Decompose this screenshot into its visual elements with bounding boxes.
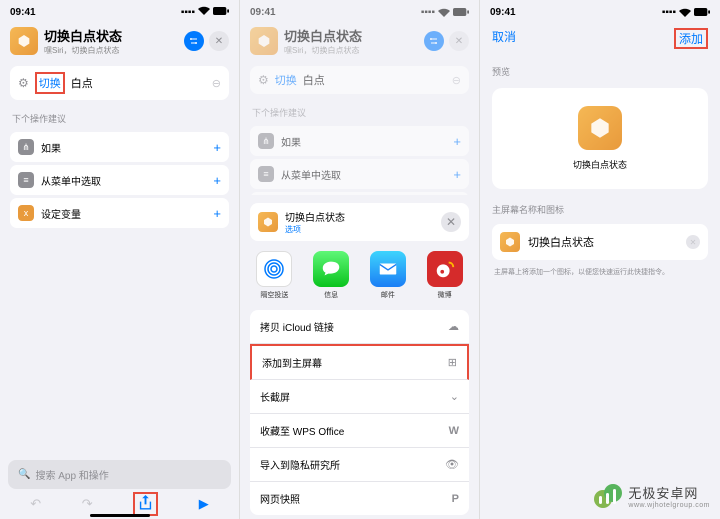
cloud-icon: ☁ bbox=[448, 320, 459, 333]
undo-icon[interactable]: ↶ bbox=[30, 496, 41, 512]
privacy-import[interactable]: 导入到隐私研究所👁 bbox=[250, 448, 469, 482]
long-screenshot[interactable]: 长截屏⌄ bbox=[250, 380, 469, 414]
mail[interactable]: 邮件 bbox=[370, 251, 406, 300]
status-bar: 09:41 ▪▪▪▪ bbox=[0, 0, 239, 20]
bottom-search[interactable]: 🔍 搜索 App 和操作 bbox=[8, 460, 231, 489]
name-input-row[interactable]: 切换白点状态 ✕ bbox=[492, 224, 708, 260]
header: 切换白点状态 嘿Siri，切换白点状态 ✕ bbox=[0, 20, 239, 62]
messages[interactable]: 信息 bbox=[313, 251, 349, 300]
signal-icon: ▪▪▪▪ bbox=[181, 7, 195, 18]
action-search-row[interactable]: ⚙ 切换 白点 ⊖ bbox=[10, 66, 229, 100]
sheet-header: 切换白点状态选项 ✕ bbox=[250, 203, 469, 241]
var-icon: x bbox=[18, 205, 34, 221]
wifi-icon bbox=[198, 6, 210, 18]
cancel-button[interactable]: 取消 bbox=[492, 28, 516, 49]
watermark: 无极安卓网 www.wjhotelgroup.com bbox=[593, 481, 710, 511]
screen-2-share: 09:41 ▪▪▪▪ 切换白点状态嘿Siri，切换白点状态 ✕ ⚙切换白点⊖ 下… bbox=[240, 0, 480, 519]
clear-name[interactable]: ✕ bbox=[686, 235, 700, 249]
name-section-label: 主屏幕名称和图标 bbox=[480, 195, 720, 220]
screen-1-editor: 09:41 ▪▪▪▪ 切换白点状态 嘿Siri，切换白点状态 bbox=[0, 0, 240, 519]
suggestion-if[interactable]: ⋔ 如果 + bbox=[10, 132, 229, 162]
airdrop[interactable]: 隔空投送 bbox=[256, 251, 292, 300]
name-value: 切换白点状态 bbox=[528, 234, 594, 250]
home-indicator bbox=[90, 514, 150, 517]
share-apps: 隔空投送 信息 邮件 微博 bbox=[240, 241, 479, 306]
preview-card: 切换白点状态 bbox=[492, 88, 708, 189]
play-button[interactable]: ▶ bbox=[199, 496, 209, 512]
suggestions-label: 下个操作建议 bbox=[0, 104, 239, 129]
settings-button[interactable] bbox=[184, 31, 204, 51]
suggestion-menu[interactable]: ≡ 从菜单中选取 + bbox=[10, 165, 229, 195]
add-icon[interactable]: + bbox=[213, 140, 221, 155]
chevron-icon: ⌄ bbox=[450, 390, 459, 403]
copy-icloud[interactable]: 拷贝 iCloud 链接☁ bbox=[250, 310, 469, 344]
status-icons: ▪▪▪▪ bbox=[181, 6, 229, 18]
status-bar: 09:41 ▪▪▪▪ bbox=[480, 0, 720, 20]
close-button[interactable]: ✕ bbox=[209, 31, 229, 51]
action-keyword: 切换 bbox=[35, 72, 65, 94]
wps-save[interactable]: 收藏至 WPS OfficeW bbox=[250, 414, 469, 448]
if-icon: ⋔ bbox=[18, 139, 34, 155]
add-to-home[interactable]: 添加到主屏幕⊞ bbox=[250, 344, 469, 380]
p-icon: P bbox=[452, 493, 459, 505]
nav-bar: 取消 添加 bbox=[480, 20, 720, 57]
row-icon[interactable] bbox=[500, 232, 520, 252]
preview-icon bbox=[578, 106, 622, 150]
clear-icon[interactable]: ⊖ bbox=[212, 77, 221, 90]
preview-label: 预览 bbox=[480, 57, 720, 82]
search-icon: 🔍 bbox=[18, 469, 30, 480]
status-bar: 09:41 ▪▪▪▪ bbox=[240, 0, 479, 20]
redo-icon[interactable]: ↷ bbox=[82, 496, 93, 512]
watermark-logo bbox=[593, 481, 623, 511]
suggestion-var[interactable]: x 设定变量 + bbox=[10, 198, 229, 228]
action-list: 拷贝 iCloud 链接☁ 添加到主屏幕⊞ 长截屏⌄ 收藏至 WPS Offic… bbox=[250, 310, 469, 515]
add-icon[interactable]: + bbox=[213, 206, 221, 221]
web-snapshot[interactable]: 网页快照P bbox=[250, 482, 469, 515]
hint-text: 主屏幕上将添加一个图标，以便您快速运行此快捷指令。 bbox=[480, 264, 720, 282]
options-link[interactable]: 选项 bbox=[285, 224, 345, 235]
battery-icon bbox=[213, 7, 229, 18]
time: 09:41 bbox=[10, 7, 36, 18]
shortcut-icon bbox=[258, 212, 278, 232]
wps-icon: W bbox=[449, 425, 459, 437]
add-button[interactable]: 添加 bbox=[674, 28, 708, 49]
plus-square-icon: ⊞ bbox=[448, 356, 457, 369]
action-rest: 白点 bbox=[71, 75, 93, 91]
share-sheet: 切换白点状态选项 ✕ 隔空投送 信息 邮件 微博 拷贝 iCloud 链接☁ 添… bbox=[240, 195, 479, 519]
menu-icon: ≡ bbox=[18, 172, 34, 188]
header-title: 切换白点状态 嘿Siri，切换白点状态 bbox=[44, 26, 178, 56]
eye-icon: 👁 bbox=[445, 458, 459, 471]
weibo[interactable]: 微博 bbox=[427, 251, 463, 300]
share-button[interactable] bbox=[133, 492, 158, 516]
close-sheet[interactable]: ✕ bbox=[441, 212, 461, 232]
shortcut-icon bbox=[10, 27, 38, 55]
gear-icon: ⚙ bbox=[18, 76, 29, 90]
add-icon[interactable]: + bbox=[213, 173, 221, 188]
screen-3-add-home: 09:41 ▪▪▪▪ 取消 添加 预览 切换白点状态 主屏幕名称和图标 切换白点… bbox=[480, 0, 720, 519]
